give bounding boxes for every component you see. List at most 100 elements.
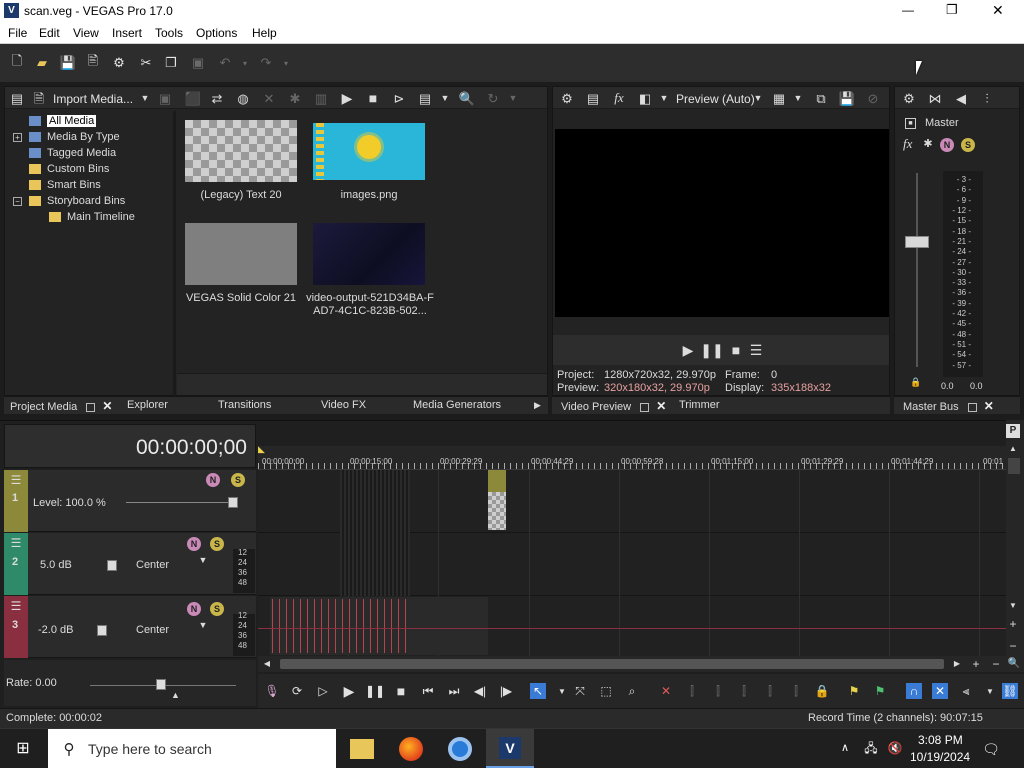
vegas-taskbar-button[interactable]: V bbox=[486, 729, 534, 768]
snapping-magnet-icon[interactable]: ∩ bbox=[906, 683, 922, 699]
expand-media-by-type[interactable]: + bbox=[13, 133, 22, 142]
stop-icon[interactable]: ■ bbox=[365, 91, 381, 105]
normal-edit-tool-icon[interactable]: ↖ bbox=[530, 683, 546, 699]
tree-item-smart-bins[interactable]: Smart Bins bbox=[29, 177, 101, 193]
get-media-icon[interactable]: ⬛ bbox=[185, 91, 201, 105]
search-icon[interactable]: 🔍 bbox=[459, 91, 475, 105]
file-explorer-icon[interactable] bbox=[350, 739, 374, 759]
marker-tool-icon[interactable]: P bbox=[1006, 424, 1020, 438]
menu-insert[interactable]: Insert bbox=[112, 26, 142, 40]
dim-output-icon[interactable]: ◀ bbox=[953, 91, 969, 105]
preview-play-icon[interactable]: ▶ bbox=[681, 343, 695, 357]
copy-icon[interactable]: ❐ bbox=[162, 55, 180, 71]
firefox-icon[interactable] bbox=[399, 737, 423, 761]
tree-item-all-media[interactable]: All Media bbox=[29, 113, 97, 129]
show-hidden-icons-icon[interactable]: ∧ bbox=[838, 741, 852, 755]
ripple-edit-icon[interactable]: ⫷ bbox=[958, 683, 974, 699]
tab-project-media[interactable]: Project Media ✕ bbox=[10, 399, 112, 413]
preview-settings-gear-icon[interactable]: ⚙ bbox=[559, 91, 575, 105]
play-from-start-icon[interactable]: ▷ bbox=[315, 683, 331, 699]
auto-preview-icon[interactable]: ⊳ bbox=[391, 91, 407, 105]
master-fx-chain-icon[interactable]: ✱ bbox=[922, 138, 934, 150]
preview-quality-select[interactable]: Preview (Auto) bbox=[676, 92, 755, 106]
media-thumb-images-png[interactable] bbox=[313, 123, 425, 180]
media-view-icon[interactable]: ▤ bbox=[9, 91, 25, 105]
media-scrollbar[interactable] bbox=[177, 373, 547, 395]
volume-muted-icon[interactable]: 🔇 bbox=[886, 741, 904, 755]
track-menu-icon[interactable]: ☰ bbox=[8, 600, 24, 612]
tab-transitions[interactable]: Transitions bbox=[218, 399, 271, 411]
split-dropdown-icon[interactable]: ▼ bbox=[659, 92, 669, 104]
edit-tool-dropdown-icon[interactable]: ▼ bbox=[554, 683, 570, 699]
master-solo-icon[interactable]: S bbox=[961, 138, 975, 152]
hscroll-right-icon[interactable]: ▶ bbox=[952, 659, 962, 669]
close-button[interactable]: ✕ bbox=[992, 2, 1004, 19]
close-tab-icon[interactable]: ✕ bbox=[102, 399, 112, 413]
loop-region-marker[interactable]: ◣ bbox=[258, 444, 265, 455]
menu-options[interactable]: Options bbox=[196, 26, 237, 40]
scroll-up-icon[interactable]: ▲ bbox=[1008, 444, 1018, 454]
mixer-icon[interactable]: ⫶ bbox=[979, 91, 995, 105]
insert-marker-icon[interactable]: ⚑ bbox=[846, 683, 862, 699]
next-frame-icon[interactable]: |▶ bbox=[498, 683, 514, 699]
import-dropdown-icon[interactable]: ▼ bbox=[139, 92, 151, 104]
track-mute-icon[interactable]: N bbox=[187, 602, 201, 616]
timecode-display[interactable]: 00:00:00;00 bbox=[136, 436, 247, 460]
menu-view[interactable]: View bbox=[73, 26, 99, 40]
extract-audio-icon[interactable]: ⇄ bbox=[209, 91, 225, 105]
auto-crossfade-icon[interactable]: ✕ bbox=[932, 683, 948, 699]
media-properties-icon[interactable]: ▥ bbox=[313, 91, 329, 105]
network-icon[interactable]: 🖧 bbox=[862, 741, 880, 755]
cut-icon[interactable]: ✂ bbox=[137, 55, 155, 71]
group-lock-icon[interactable]: ⛓ bbox=[1002, 683, 1018, 699]
views-icon[interactable]: ▤ bbox=[417, 91, 433, 105]
master-mute-icon[interactable]: N bbox=[940, 138, 954, 152]
preview-pause-icon[interactable]: ❚❚ bbox=[700, 343, 723, 357]
quality-dropdown-icon[interactable]: ▼ bbox=[753, 92, 763, 104]
ripple-dropdown-icon[interactable]: ▼ bbox=[982, 683, 998, 699]
preview-device-icon[interactable]: ▤ bbox=[585, 91, 601, 105]
play-icon[interactable]: ▶ bbox=[339, 91, 355, 105]
fader-lock-icon[interactable]: 🔒 bbox=[910, 377, 921, 387]
refresh-dropdown-icon[interactable]: ▼ bbox=[507, 92, 519, 104]
new-file-icon[interactable]: 🗋 bbox=[8, 53, 26, 71]
tree-splitter[interactable] bbox=[173, 111, 176, 397]
tree-item-media-by-type[interactable]: Media By Type bbox=[29, 129, 120, 145]
track-mute-icon[interactable]: N bbox=[206, 473, 220, 487]
downmix-icon[interactable]: ⋈ bbox=[927, 91, 943, 105]
open-folder-icon[interactable]: ▰ bbox=[33, 55, 51, 71]
video-event-header[interactable] bbox=[488, 470, 506, 492]
refresh-icon[interactable]: ↻ bbox=[485, 91, 501, 105]
volume-slider-handle[interactable] bbox=[107, 560, 117, 571]
lock-icon[interactable]: 🔒 bbox=[814, 683, 830, 699]
redo-dropdown-icon[interactable]: ▾ bbox=[277, 55, 295, 71]
tree-item-storyboard-bins[interactable]: Storyboard Bins bbox=[29, 193, 125, 209]
close-tab-icon[interactable]: ✕ bbox=[656, 399, 666, 413]
import-media-icon[interactable]: 🗎 bbox=[31, 91, 47, 105]
windows-start-icon[interactable]: ⊞ bbox=[14, 740, 32, 758]
pan-dropdown-icon[interactable]: ▼ bbox=[197, 555, 209, 565]
master-fx-button[interactable]: fx bbox=[903, 136, 912, 152]
media-thumb-solid-color[interactable] bbox=[185, 223, 297, 285]
master-settings-gear-icon[interactable]: ⚙ bbox=[901, 91, 917, 105]
menu-tools[interactable]: Tools bbox=[155, 26, 183, 40]
master-fader-handle[interactable] bbox=[905, 236, 929, 248]
capture-icon[interactable]: ▣ bbox=[157, 91, 173, 105]
save-snapshot-icon[interactable]: 💾 bbox=[839, 91, 855, 105]
track-solo-icon[interactable]: S bbox=[231, 473, 245, 487]
tree-item-tagged-media[interactable]: Tagged Media bbox=[29, 145, 116, 161]
tree-item-main-timeline[interactable]: Main Timeline bbox=[49, 209, 135, 225]
scroll-down-icon[interactable]: ▼ bbox=[1008, 601, 1018, 611]
undo-icon[interactable]: ↶ bbox=[216, 55, 234, 71]
overlays-grid-icon[interactable]: ▦ bbox=[771, 91, 787, 105]
menu-file[interactable]: File bbox=[8, 26, 27, 40]
trim-end-icon[interactable]: ⫿ bbox=[736, 683, 752, 699]
save-icon[interactable]: 💾 bbox=[59, 55, 77, 71]
track-menu-icon[interactable]: ☰ bbox=[8, 474, 24, 486]
collapse-storyboard-bins[interactable]: − bbox=[13, 197, 22, 206]
trim-icon[interactable]: ⫿ bbox=[684, 683, 700, 699]
vscroll-thumb[interactable] bbox=[1008, 458, 1020, 474]
menu-help[interactable]: Help bbox=[252, 26, 277, 40]
video-event-thumb[interactable] bbox=[488, 492, 506, 530]
track-menu-icon[interactable]: ☰ bbox=[8, 537, 24, 549]
